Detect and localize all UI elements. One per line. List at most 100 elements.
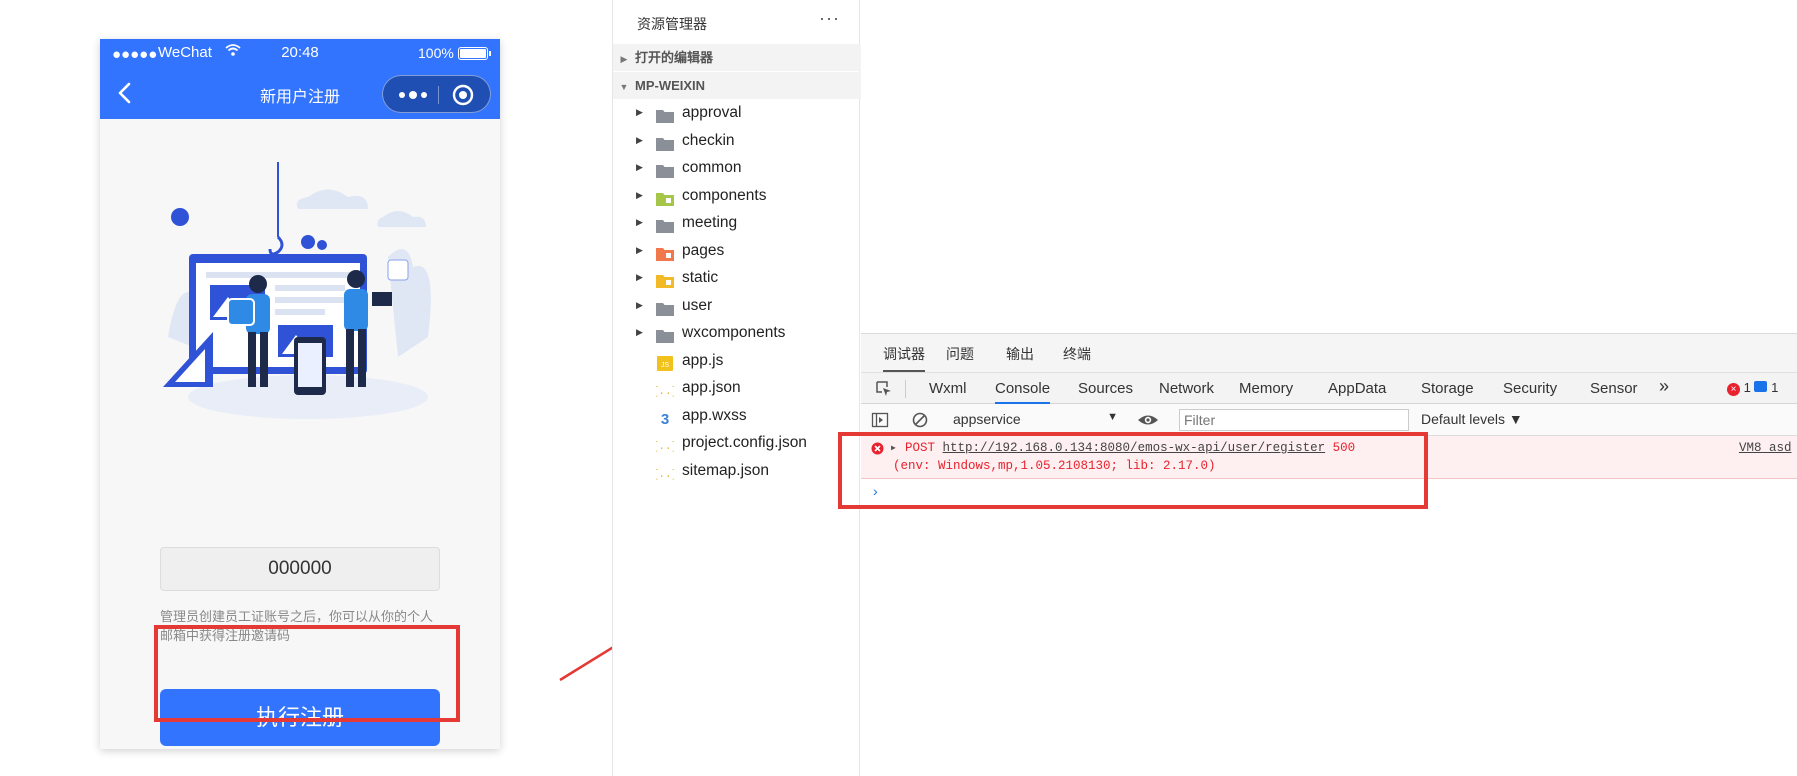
folder-icon xyxy=(656,298,674,316)
chevron-right-icon: ▶ xyxy=(620,54,628,64)
tree-item-wxcomponents[interactable]: ▶ wxcomponents xyxy=(613,319,861,347)
svg-text:3: 3 xyxy=(661,411,669,426)
chevron-right-icon[interactable]: ▶ xyxy=(636,319,643,347)
signal-icon: ●●●●● xyxy=(112,46,158,63)
chevron-down-icon: ▼ xyxy=(619,82,629,92)
json-file-icon: {..} xyxy=(652,463,678,481)
tree-item-label: meeting xyxy=(682,214,738,231)
chevron-right-icon[interactable]: ▶ xyxy=(636,264,643,292)
tree-item-app-wxss[interactable]: 3 app.wxss xyxy=(613,402,861,430)
folder-icon xyxy=(656,243,674,261)
tree-item-sitemap-json[interactable]: {..} sitemap.json xyxy=(613,457,861,485)
context-selector[interactable]: appservice ▼ xyxy=(953,411,1118,431)
json-file-icon: {..} xyxy=(652,380,678,398)
tab-sensor[interactable]: Sensor xyxy=(1590,380,1638,397)
folder-icon xyxy=(656,270,674,288)
json-file-icon: {..} xyxy=(652,435,678,453)
top-tab-2[interactable]: 输出 xyxy=(1006,344,1034,364)
svg-text:{..}: {..} xyxy=(656,469,674,481)
tree-item-common[interactable]: ▶ common xyxy=(613,154,861,182)
css-file-icon: 3 xyxy=(656,408,674,428)
battery-percentage: 100% xyxy=(418,45,454,61)
more-dots-icon[interactable] xyxy=(395,83,431,107)
tab-storage[interactable]: Storage xyxy=(1421,380,1474,397)
tree-item-label: project.config.json xyxy=(682,434,807,451)
close-target-icon[interactable] xyxy=(451,83,475,107)
folder-icon xyxy=(656,160,674,178)
console-filter-input[interactable] xyxy=(1179,409,1409,431)
tree-item-label: approval xyxy=(682,104,742,121)
top-tab-0[interactable]: 调试器 xyxy=(883,344,925,372)
folder-icon xyxy=(656,105,674,123)
tree-item-checkin[interactable]: ▶ checkin xyxy=(613,127,861,155)
explorer-more-icon[interactable]: ··· xyxy=(819,8,840,29)
chevron-right-icon[interactable]: ▶ xyxy=(636,182,643,210)
tree-item-label: components xyxy=(682,186,767,204)
tree-item-label: app.js xyxy=(682,351,724,369)
invite-code-input[interactable]: 000000 xyxy=(160,547,440,591)
explorer-title: 资源管理器 xyxy=(637,16,707,32)
top-tab-1[interactable]: 问题 xyxy=(946,344,974,364)
chevron-right-icon[interactable]: ▶ xyxy=(636,127,643,155)
tree-item-project-config-json[interactable]: {..} project.config.json xyxy=(613,429,861,457)
clear-console-icon[interactable] xyxy=(911,411,929,429)
svg-text:{..}: {..} xyxy=(656,386,674,398)
toggle-sidebar-icon[interactable] xyxy=(871,411,889,429)
back-arrow-icon[interactable] xyxy=(112,79,140,107)
tab-network[interactable]: Network xyxy=(1159,380,1214,397)
clock: 20:48 xyxy=(281,44,319,61)
tab-sources[interactable]: Sources xyxy=(1078,380,1133,397)
folder-icon xyxy=(656,133,674,151)
tree-item-approval[interactable]: ▶ approval xyxy=(613,99,861,127)
tree-item-static[interactable]: ▶ static xyxy=(613,264,861,292)
mini-program-capsule xyxy=(382,75,491,113)
live-expression-eye-icon[interactable] xyxy=(1137,411,1159,429)
battery-icon xyxy=(458,47,491,60)
more-tabs-icon[interactable]: » xyxy=(1659,376,1669,397)
tree-item-app-js[interactable]: JS app.js xyxy=(613,347,861,375)
svg-text:JS: JS xyxy=(661,362,670,369)
chevron-right-icon[interactable]: ▶ xyxy=(636,292,643,320)
tab-security[interactable]: Security xyxy=(1503,380,1557,397)
registration-illustration xyxy=(163,162,431,419)
tree-item-label: user xyxy=(682,296,713,314)
tree-item-components[interactable]: ▶ components xyxy=(613,182,861,210)
log-levels-dropdown[interactable]: Default levels ▼ xyxy=(1421,411,1523,427)
tree-item-label: common xyxy=(682,159,742,176)
devtools-panel-tabs: × 1 1 Wxml Console Sources Network Memory App… xyxy=(861,372,1797,404)
chevron-right-icon[interactable]: ▶ xyxy=(636,237,643,265)
section-project[interactable]: ▼ MP-WEIXIN xyxy=(613,72,861,99)
tree-item-label: static xyxy=(682,269,719,286)
error-count: 1 xyxy=(1743,380,1751,395)
tree-item-pages[interactable]: ▶ pages xyxy=(613,237,861,265)
tree-item-label: wxcomponents xyxy=(682,324,786,341)
carrier-name: WeChat xyxy=(158,44,212,61)
tree-item-user[interactable]: ▶ user xyxy=(613,292,861,320)
error-icon: × xyxy=(1727,383,1740,396)
tree-item-label: checkin xyxy=(682,131,735,149)
top-tab-3[interactable]: 终端 xyxy=(1063,344,1091,364)
tab-memory[interactable]: Memory xyxy=(1239,380,1293,397)
chevron-right-icon[interactable]: ▶ xyxy=(636,99,643,127)
nav-bar: 新用户注册 xyxy=(100,67,500,119)
tree-item-label: app.json xyxy=(682,379,741,396)
file-tree: ▶ approval ▶ checkin ▶ common ▶ components ▶ meet… xyxy=(613,99,861,484)
tab-appdata[interactable]: AppData xyxy=(1328,380,1386,397)
devtools-panel: 调试器 问题 输出 终端 × 1 1 Wxml Console Sources Networ… xyxy=(861,333,1797,776)
chevron-right-icon[interactable]: ▶ xyxy=(636,209,643,237)
folder-icon xyxy=(656,188,674,206)
section-open-editors[interactable]: ▶ 打开的编辑器 xyxy=(613,44,861,71)
tree-item-meeting[interactable]: ▶ meeting xyxy=(613,209,861,237)
folder-icon xyxy=(656,325,674,343)
log-source-link[interactable]: VM8 asd xyxy=(1739,441,1792,455)
info-icon xyxy=(1754,381,1768,392)
tree-item-app-json[interactable]: {..} app.json xyxy=(613,374,861,402)
tab-console[interactable]: Console xyxy=(995,380,1051,404)
inspect-element-icon[interactable] xyxy=(875,380,893,398)
tab-wxml[interactable]: Wxml xyxy=(929,380,967,397)
wifi-icon xyxy=(225,44,241,56)
debugger-top-tabs: 调试器 问题 输出 终端 xyxy=(861,334,1797,372)
issue-counter[interactable]: × 1 1 xyxy=(1727,380,1778,396)
annotation-box-error xyxy=(838,432,1428,509)
chevron-right-icon[interactable]: ▶ xyxy=(636,154,643,182)
